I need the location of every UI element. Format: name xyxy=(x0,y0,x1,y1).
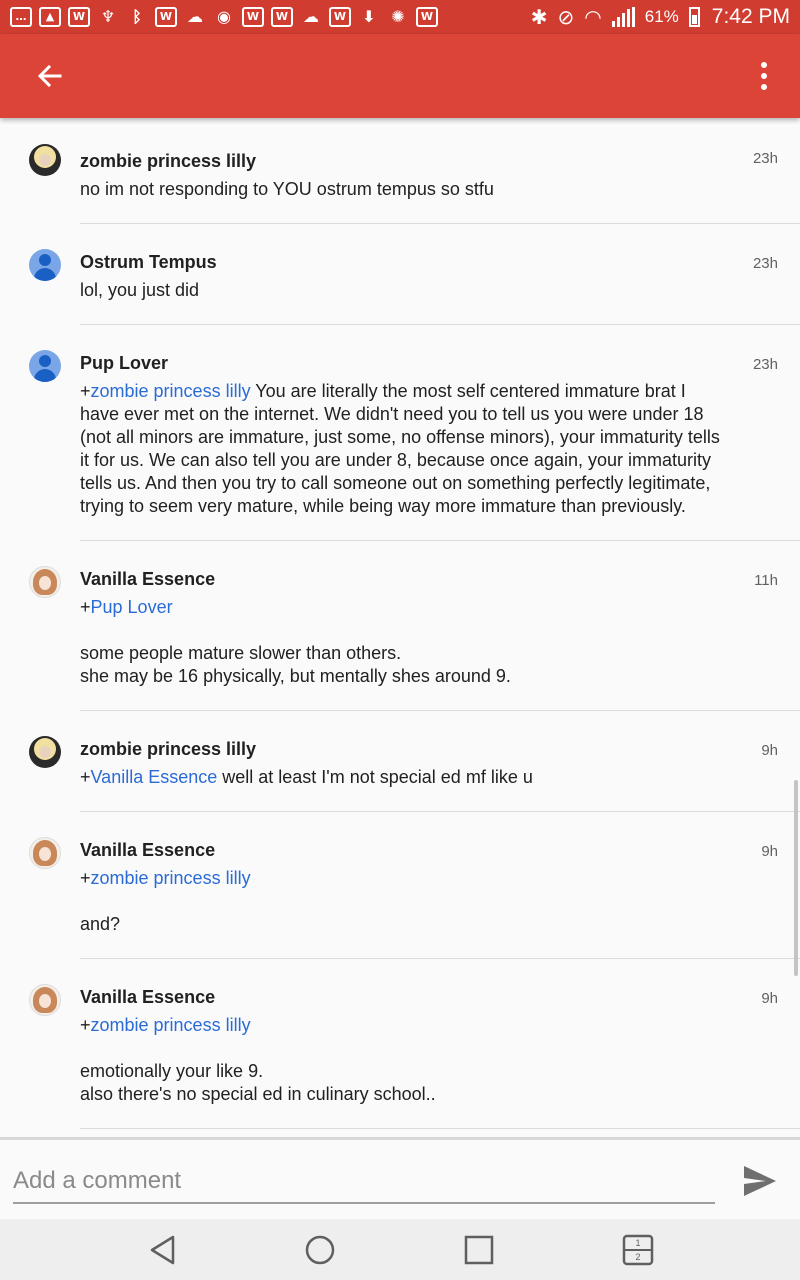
comment-item: Vanilla Essence 9h +zombie princess lill… xyxy=(0,811,800,959)
mention-line: +zombie princess lilly xyxy=(80,867,728,890)
app-w-icon: W xyxy=(329,7,351,27)
mention-link[interactable]: Pup Lover xyxy=(91,597,173,617)
comment-author[interactable]: Vanilla Essence xyxy=(80,986,728,1008)
back-triangle-icon[interactable] xyxy=(146,1233,180,1267)
system-indicators: ✱ ⊘ ◠ 61% 7:42 PM xyxy=(531,5,790,29)
dual-window-svg: 1 2 xyxy=(622,1234,654,1266)
comment-author[interactable]: zombie princess lilly xyxy=(80,150,728,172)
app-w-icon: W xyxy=(155,7,177,27)
comment-text: also there's no special ed in culinary s… xyxy=(80,1084,436,1104)
home-circle-icon[interactable] xyxy=(303,1233,337,1267)
status-bar: … ▲ W ♆ ᛒ W ☁ ◉ W W ☁ W ⬇ ✺ W ✱ ⊘ ◠ 61% … xyxy=(0,0,800,34)
notification-icons: … ▲ W ♆ ᛒ W ☁ ◉ W W ☁ W ⬇ ✺ W xyxy=(10,7,531,27)
avatar[interactable] xyxy=(29,984,61,1016)
plus-sign: + xyxy=(80,868,91,888)
home-circle-svg xyxy=(305,1235,335,1265)
app-w-icon: W xyxy=(271,7,293,27)
comment-input[interactable] xyxy=(13,1160,715,1204)
comment-text: some people mature slower than others. xyxy=(80,643,402,663)
sd-icon: ✺ xyxy=(391,7,405,26)
avatar[interactable] xyxy=(29,144,61,176)
download-icon: ⬇ xyxy=(362,7,376,26)
comment-text: and? xyxy=(80,914,121,934)
comment-composer xyxy=(0,1137,800,1219)
comment-item: Pup Lover 23h +zombie princess lilly You… xyxy=(0,324,800,541)
avatar[interactable] xyxy=(29,566,61,598)
mention-link[interactable]: zombie princess lilly xyxy=(91,868,251,888)
comment-text: she may be 16 physically, but mentally s… xyxy=(80,666,511,686)
more-vert-icon[interactable] xyxy=(760,62,768,90)
mention-line: +zombie princess lilly xyxy=(80,1014,728,1037)
plus-sign: + xyxy=(80,1015,91,1035)
comment-time: 9h xyxy=(761,843,778,860)
comment-author[interactable]: Vanilla Essence xyxy=(80,839,728,861)
signal-icon xyxy=(611,7,635,27)
wifi-icon: ◠ xyxy=(584,5,602,29)
comments-list[interactable]: zombie princess lilly 23h no im not resp… xyxy=(0,118,800,1138)
arrow-back-icon[interactable] xyxy=(30,56,70,96)
clock: 7:42 PM xyxy=(711,5,790,28)
recents-square-icon[interactable] xyxy=(462,1233,496,1267)
mention-line: +Pup Lover xyxy=(80,596,728,619)
avatar[interactable] xyxy=(29,736,61,768)
avatar[interactable] xyxy=(29,350,61,382)
comment-author[interactable]: Vanilla Essence xyxy=(80,568,728,590)
mention-link[interactable]: zombie princess lilly xyxy=(91,1015,251,1035)
comment-item: zombie princess lilly 9h +Vanilla Essenc… xyxy=(0,710,800,812)
comment-item: Vanilla Essence 11h +Pup Lover some peop… xyxy=(0,540,800,711)
app-w-icon: W xyxy=(416,7,438,27)
app-p-icon: ♆ xyxy=(100,7,116,26)
mute-icon: ⊘ xyxy=(557,5,575,29)
send-icon-svg xyxy=(744,1166,776,1196)
photos-icon: ▲ xyxy=(39,7,61,27)
mention-link[interactable]: Vanilla Essence xyxy=(91,767,218,787)
comment-time: 23h xyxy=(752,255,778,272)
comment-time: 23h xyxy=(752,356,778,373)
plus-sign: + xyxy=(80,597,91,617)
comment-text: +Vanilla Essence well at least I'm not s… xyxy=(80,766,728,789)
bluetooth-small-icon: ᛒ xyxy=(132,7,142,26)
dual-window-top: 1 xyxy=(635,1238,640,1248)
comment-time: 9h xyxy=(761,990,778,1007)
comment-text: lol, you just did xyxy=(80,280,200,300)
bluetooth-icon: ✱ xyxy=(530,5,548,29)
arrow-back-icon-svg xyxy=(37,64,62,88)
avatar[interactable] xyxy=(29,837,61,869)
back-triangle-svg xyxy=(150,1235,175,1265)
cloud-icon: ☁ xyxy=(303,7,319,26)
app-bar xyxy=(0,34,800,118)
recents-square-svg xyxy=(464,1235,494,1265)
comment-author[interactable]: Ostrum Tempus xyxy=(80,251,728,273)
battery-icon xyxy=(688,7,700,27)
dual-window-icon[interactable]: 1 2 xyxy=(621,1233,655,1267)
comment-item: Ostrum Tempus 23h lol, you just did xyxy=(0,223,800,325)
scrollbar[interactable] xyxy=(794,780,798,976)
dual-window-bottom: 2 xyxy=(635,1252,640,1262)
comment-text: +zombie princess lilly You are literally… xyxy=(80,380,728,518)
cloud-icon: ☁ xyxy=(187,7,203,26)
plus-sign: + xyxy=(80,767,91,787)
comment-time: 9h xyxy=(761,742,778,759)
comment-text: no im not responding to YOU ostrum tempu… xyxy=(80,179,494,199)
app-w-icon: W xyxy=(242,7,264,27)
comment-body: You are literally the most self centered… xyxy=(80,381,720,516)
system-nav-bar: 1 2 xyxy=(0,1219,800,1280)
comment-body: well at least I'm not special ed mf like… xyxy=(217,767,533,787)
comment-text: emotionally your like 9. xyxy=(80,1061,264,1081)
comment-author[interactable]: zombie princess lilly xyxy=(80,738,728,760)
message-icon: … xyxy=(10,7,32,27)
comment-time: 23h xyxy=(752,150,778,167)
comment-time: 11h xyxy=(754,572,778,589)
comment-author[interactable]: Pup Lover xyxy=(80,352,728,374)
avatar[interactable] xyxy=(29,249,61,281)
mention-link[interactable]: zombie princess lilly xyxy=(91,381,251,401)
comment-item: Vanilla Essence 9h +zombie princess lill… xyxy=(0,958,800,1129)
wifi-small-icon: ◉ xyxy=(217,7,231,26)
comment-item: zombie princess lilly 23h no im not resp… xyxy=(0,118,800,224)
app-w-icon: W xyxy=(68,7,90,27)
battery-percent: 61% xyxy=(644,7,679,26)
send-icon[interactable] xyxy=(742,1164,778,1198)
plus-sign: + xyxy=(80,381,91,401)
